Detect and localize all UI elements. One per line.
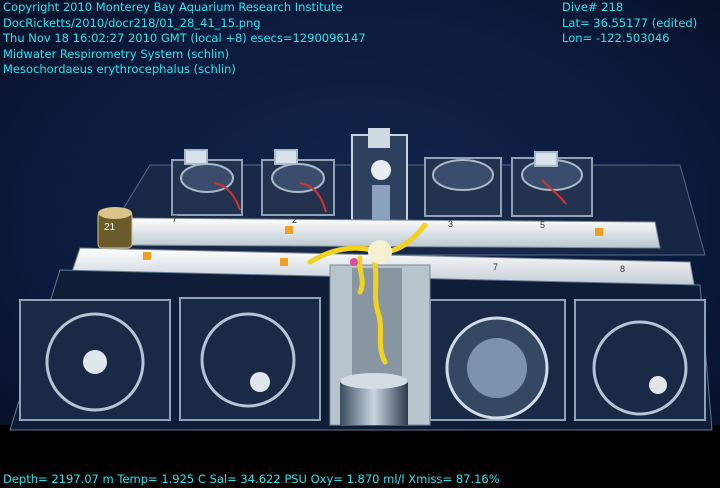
bar-label-6: 8 <box>620 264 625 274</box>
front-chamber-2 <box>179 297 321 421</box>
bar-label-4: 5 <box>540 220 545 230</box>
timestamp-line: Thu Nov 18 16:02:27 2010 GMT (local +8) … <box>3 31 366 45</box>
back-chamber-1 <box>171 149 243 216</box>
sensor-overlay: Depth= 2197.07 m Temp= 1.925 C Sal= 34.6… <box>3 472 500 488</box>
species-line: Mesochordaeus erythrocephalus (schlin) <box>3 62 236 76</box>
back-chamber-4 <box>511 151 593 217</box>
filename-line: DocRicketts/2010/docr218/01_28_41_15.png <box>3 15 261 30</box>
bar-label-3: 3 <box>448 219 453 229</box>
bar-label-1: 7 <box>172 214 177 224</box>
copyright-line: Copyright 2010 Monterey Bay Aquarium Res… <box>3 0 343 14</box>
system-line: Midwater Respirometry System (schlin) <box>3 46 230 61</box>
dive-number: Dive# 218 <box>562 0 624 14</box>
bar-label-5: 7 <box>493 262 498 272</box>
sensor-readout: Depth= 2197.07 m Temp= 1.925 C Sal= 34.6… <box>3 472 500 486</box>
position-overlay: Dive# 218 Lat= 36.55177 (edited) Lon= -1… <box>562 0 697 47</box>
video-frame: 7 2 3 5 7 8 21 Copyright 2010 Monterey B… <box>0 0 720 486</box>
back-chamber-3 <box>424 157 502 217</box>
pink-tag <box>350 258 358 266</box>
front-chamber-4 <box>574 299 706 421</box>
marker-canister: 21 <box>97 207 133 249</box>
header-overlay: Copyright 2010 Monterey Bay Aquarium Res… <box>3 0 366 78</box>
bar-label-2: 2 <box>292 215 297 225</box>
float-ball <box>368 240 392 264</box>
front-chamber-1 <box>19 299 171 421</box>
longitude: Lon= -122.503046 <box>562 31 670 45</box>
marker-number: 21 <box>104 222 116 233</box>
latitude: Lat= 36.55177 (edited) <box>562 15 698 30</box>
front-chamber-3 <box>429 299 566 421</box>
